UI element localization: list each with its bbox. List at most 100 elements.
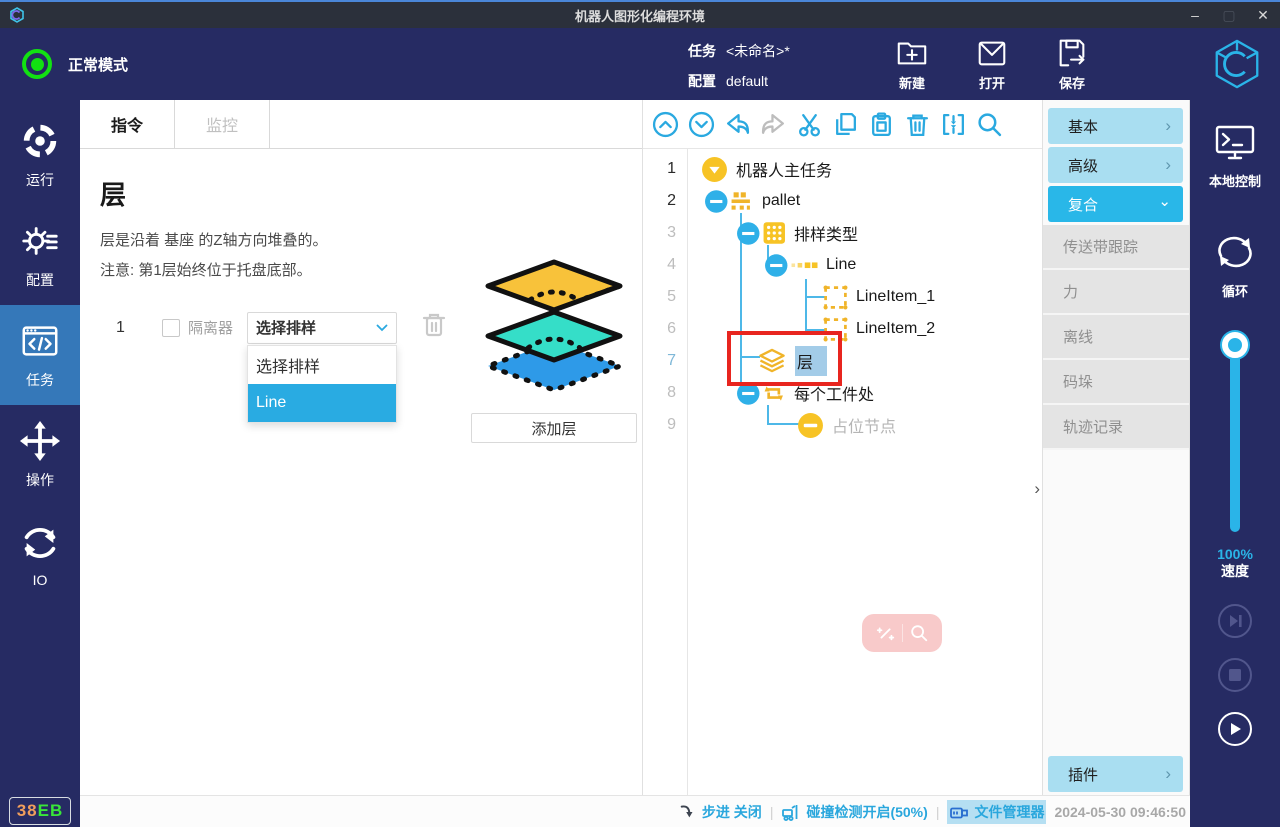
dropdown-option[interactable]: 选择排样	[248, 346, 396, 384]
tree-body: 1 机器人主任务 2 pallet	[643, 149, 1042, 795]
sidebar-footer	[1190, 795, 1280, 827]
category-advanced[interactable]: 高级	[1048, 147, 1183, 183]
tree-row[interactable]: 4 Line	[643, 249, 1042, 281]
tree-row[interactable]: 1 机器人主任务	[643, 153, 1042, 185]
pattern-dropdown-menu: 选择排样 Line	[247, 345, 397, 423]
minimize-button[interactable]: –	[1178, 3, 1212, 27]
undo-icon[interactable]	[724, 111, 751, 138]
tab-instruction[interactable]: 指令	[80, 100, 175, 148]
category-offline[interactable]: 离线	[1043, 315, 1189, 360]
tree-row[interactable]: 3 排样类型	[643, 217, 1042, 249]
delete-layer-icon[interactable]	[419, 310, 449, 345]
file-manager-button[interactable]: 文件管理器	[947, 800, 1046, 824]
maximize-button[interactable]: ▢	[1212, 3, 1246, 27]
header-bar: 正常模式 任务<未命名>* 配置default 新建 打开 保存	[0, 28, 1280, 100]
collision-detection-status[interactable]: 碰撞检测开启(50%)	[781, 802, 927, 822]
speed-readout: 100% 速度	[1217, 546, 1253, 580]
panel-tabs: 指令 监控	[80, 100, 642, 149]
slider-track[interactable]	[1230, 342, 1240, 532]
sidebar-item-io[interactable]: IO	[0, 505, 80, 605]
terminal-icon	[1214, 124, 1256, 162]
add-layer-button[interactable]: 添加层	[471, 413, 637, 443]
paste-icon[interactable]	[868, 111, 895, 138]
annotation-highlight-box	[727, 331, 842, 386]
sidebar-item-task[interactable]: 任务	[0, 305, 80, 405]
redo-icon[interactable]	[760, 111, 787, 138]
header-buttons: 新建 打开 保存	[872, 36, 1112, 92]
tree-row[interactable]: 8 每个工件处	[643, 377, 1042, 409]
tree-row[interactable]: 2 pallet	[643, 185, 1042, 217]
speed-slider[interactable]	[1222, 332, 1248, 532]
panel-expand-handle[interactable]: ›	[1034, 479, 1040, 499]
new-button[interactable]: 新建	[872, 36, 952, 92]
search-icon[interactable]	[909, 623, 929, 643]
tree-row-number: 8	[643, 384, 687, 402]
dropdown-option[interactable]: Line	[248, 384, 396, 422]
step-forward-button[interactable]	[1218, 604, 1252, 638]
separator-checkbox[interactable]	[162, 319, 180, 337]
pattern-select[interactable]: 选择排样	[247, 312, 397, 344]
step-mode-status[interactable]: 步进 关闭	[679, 802, 762, 822]
clock: 2024-05-30 09:46:50	[1054, 804, 1186, 820]
move-up-icon[interactable]	[652, 111, 679, 138]
window-title: 机器人图形化编程环境	[0, 6, 1280, 25]
category-palletizing[interactable]: 码垛	[1043, 360, 1189, 405]
task-value: <未命名>*	[726, 38, 790, 64]
sidebar-item-run[interactable]: 运行	[0, 105, 80, 205]
status-bar: 38EB 步进 关闭 | 碰撞检测开启(50%) | 文件管理器 2024-05…	[0, 795, 1280, 827]
play-button[interactable]	[1218, 712, 1252, 746]
tree-node-icon	[703, 188, 754, 215]
save-button[interactable]: 保存	[1032, 36, 1112, 92]
copy-icon[interactable]	[832, 111, 859, 138]
tree-row[interactable]: 7 层	[643, 345, 1042, 377]
category-composite[interactable]: 复合	[1048, 186, 1183, 222]
tree-toolbar	[643, 100, 1042, 149]
layer-index: 1	[116, 319, 136, 337]
tree-row-number: 1	[643, 160, 687, 178]
tab-monitor[interactable]: 监控	[175, 100, 270, 148]
collapse-insert-icon[interactable]	[940, 111, 967, 138]
tree-row[interactable]: 9 占位节点	[643, 409, 1042, 441]
tree-row-number: 7	[643, 352, 687, 370]
sidebar-item-config[interactable]: 配置	[0, 205, 80, 305]
right-sidebar: 本地控制 循环 100% 速度	[1190, 100, 1280, 795]
delete-icon[interactable]	[904, 111, 931, 138]
move-down-icon[interactable]	[688, 111, 715, 138]
tree-row-number: 2	[643, 192, 687, 210]
mode-status-icon	[22, 49, 52, 79]
tree-node-label: Line	[826, 256, 856, 274]
quick-actions-pill[interactable]	[862, 614, 942, 652]
local-control-button[interactable]: 本地控制	[1209, 124, 1261, 190]
left-sidebar: 运行 配置 任务 操作 IO	[0, 100, 80, 795]
close-button[interactable]: ✕	[1246, 3, 1280, 27]
tree-row[interactable]: 5 LineItem_1	[643, 281, 1042, 313]
play-icon	[1229, 722, 1242, 736]
cut-icon[interactable]	[796, 111, 823, 138]
command-categories-panel: 基本 高级 复合 传送带跟踪 力	[1043, 100, 1190, 795]
separator-label: 隔离器	[188, 317, 233, 338]
tree-row-number: 4	[643, 256, 687, 274]
stop-button[interactable]	[1218, 658, 1252, 692]
search-icon[interactable]	[976, 111, 1003, 138]
sidebar-item-operate[interactable]: 操作	[0, 405, 80, 505]
tree-row-number: 9	[643, 416, 687, 434]
divider	[902, 624, 903, 642]
loop-icon	[1213, 232, 1257, 272]
step-forward-icon	[1228, 614, 1243, 628]
open-button[interactable]: 打开	[952, 36, 1032, 92]
slider-thumb[interactable]	[1222, 332, 1248, 358]
tree-node-label: 占位节点	[832, 413, 896, 437]
loop-button[interactable]: 循环	[1213, 232, 1257, 300]
magic-wand-icon[interactable]	[876, 623, 896, 643]
task-tree-panel: 1 机器人主任务 2 pallet	[643, 100, 1043, 795]
task-config-info: 任务<未命名>* 配置default	[688, 38, 790, 98]
brand-logo-icon	[1210, 37, 1264, 96]
tree-row[interactable]: 6 LineItem_2	[643, 313, 1042, 345]
category-basic[interactable]: 基本	[1048, 108, 1183, 144]
category-conveyor-tracking[interactable]: 传送带跟踪	[1043, 225, 1189, 270]
page-title: 层	[100, 175, 642, 212]
category-force[interactable]: 力	[1043, 270, 1189, 315]
category-trajectory-record[interactable]: 轨迹记录	[1043, 405, 1189, 450]
category-plugin[interactable]: 插件	[1048, 756, 1183, 792]
tree-row-number: 5	[643, 288, 687, 306]
